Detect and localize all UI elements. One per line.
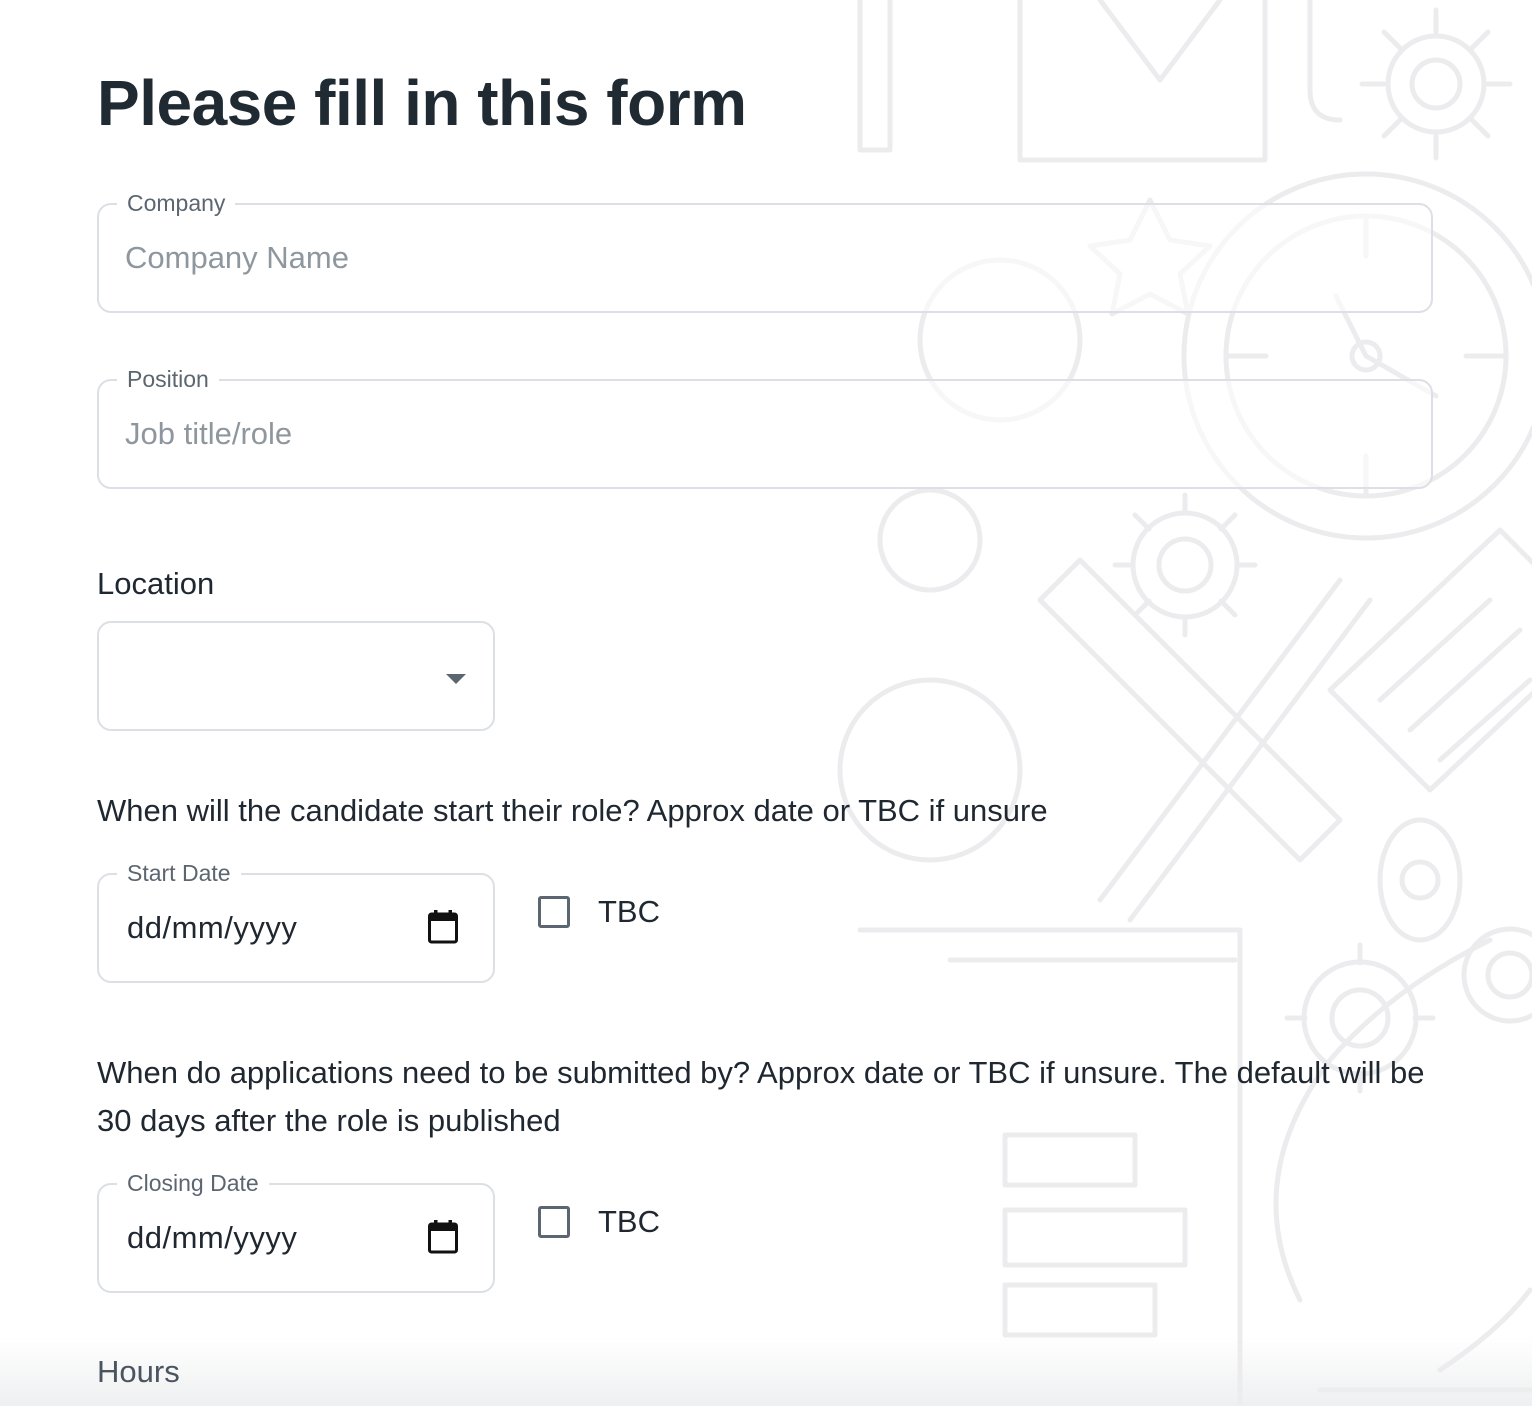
closing-date-tbc-label[interactable]: TBC [598,1204,660,1240]
location-select[interactable] [97,621,495,731]
company-input[interactable] [125,205,1405,311]
calendar-icon[interactable] [428,910,458,944]
calendar-icon[interactable] [428,1220,458,1254]
start-date-tbc-checkbox[interactable] [538,896,570,928]
page-title: Please fill in this form [97,67,747,139]
closing-date-question: When do applications need to be submitte… [97,1055,1425,1138]
start-date-value[interactable]: dd/mm/yyyy [127,910,297,946]
company-field[interactable]: Company [97,190,1433,313]
bottom-fade [0,1336,1532,1406]
closing-date-field[interactable]: Closing Date dd/mm/yyyy [97,1170,495,1293]
closing-date-field-label: Closing Date [117,1170,269,1196]
closing-date-tbc-checkbox[interactable] [538,1206,570,1238]
start-date-field-label: Start Date [117,860,241,886]
start-date-tbc-label[interactable]: TBC [598,894,660,930]
start-date-field[interactable]: Start Date dd/mm/yyyy [97,860,495,983]
position-field[interactable]: Position [97,366,1433,489]
location-label: Location [97,566,215,601]
start-date-question: When will the candidate start their role… [97,793,1048,828]
closing-date-value[interactable]: dd/mm/yyyy [127,1220,297,1256]
chevron-down-icon [446,674,466,684]
hours-label: Hours [97,1354,180,1389]
position-input[interactable] [125,381,1405,487]
